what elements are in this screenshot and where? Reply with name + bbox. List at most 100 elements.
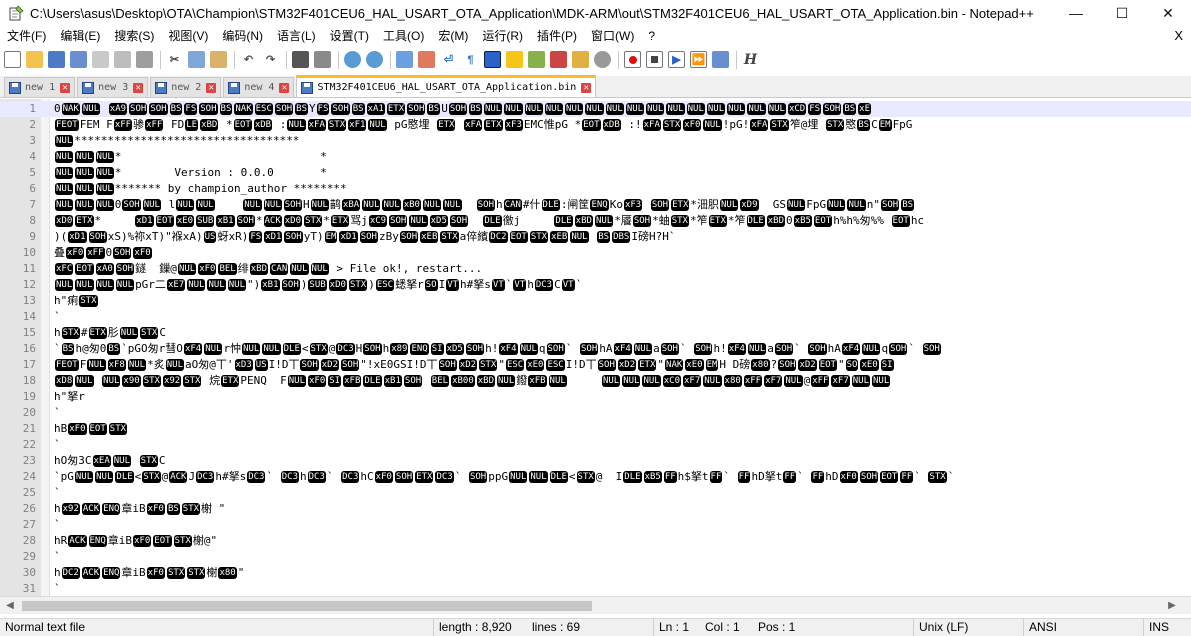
editor-line[interactable]: 22 `	[0, 437, 1191, 453]
undo-icon[interactable]: ↶	[240, 51, 257, 68]
menu-help[interactable]: ?	[641, 26, 662, 46]
editor-line[interactable]: 9)(xD1 SOH xS)%祢xT)"褓xA) US 蚜xR) FS xD1 SOH yT) E…	[0, 229, 1191, 245]
folder-workspace-icon[interactable]	[572, 51, 589, 68]
function-list-icon[interactable]	[550, 51, 567, 68]
menu-plugins[interactable]: 插件(P)	[530, 26, 584, 46]
scroll-right-icon[interactable]: ▶	[1165, 599, 1179, 613]
find-icon[interactable]	[292, 51, 309, 68]
editor-line[interactable]: 2 FEOT FEM FxFF 骖 xFF FD LE xBD * EOT xDB : NUL xF…	[0, 117, 1191, 133]
editor-line[interactable]: 27 `	[0, 517, 1191, 533]
editor-line[interactable]: 21 hB xF0 EOT STX	[0, 421, 1191, 437]
new-file-icon[interactable]	[4, 51, 21, 68]
editor-line[interactable]: 19 h"拏r	[0, 389, 1191, 405]
save-all-icon[interactable]	[70, 51, 87, 68]
sync-vertical-icon[interactable]	[396, 51, 413, 68]
paste-icon[interactable]	[210, 51, 227, 68]
menu-view[interactable]: 视图(V)	[161, 26, 215, 46]
editor-line[interactable]: 4 NUL NUL NUL * *	[0, 149, 1191, 165]
menu-edit[interactable]: 编辑(E)	[53, 26, 107, 46]
sync-horizontal-icon[interactable]	[418, 51, 435, 68]
menu-language[interactable]: 语言(L)	[270, 26, 323, 46]
editor-line[interactable]: 26 h x92 ACK ENQ 章iB xF0 BS STX 榭 "	[0, 501, 1191, 517]
indent-guide-icon[interactable]	[484, 51, 501, 68]
tab-close-icon[interactable]: ✕	[206, 82, 217, 93]
status-eol[interactable]: Unix (LF)	[913, 619, 968, 636]
editor-line[interactable]: 10 叠 xF0 xFF 0 SOH xF0	[0, 245, 1191, 261]
cut-icon[interactable]: ✂	[166, 51, 183, 68]
print-icon[interactable]	[136, 51, 153, 68]
monitor-icon[interactable]	[594, 51, 611, 68]
editor-line[interactable]: 12 NUL NUL NUL NUL pGr二 xE7 NUL NUL NUL ") xB1 SOH) S…	[0, 277, 1191, 293]
tab-new-1[interactable]: new 1 ✕	[4, 77, 76, 97]
status-encoding[interactable]: ANSI	[1023, 619, 1057, 636]
menu-window[interactable]: 窗口(W)	[584, 26, 641, 46]
editor-line[interactable]: 31 `	[0, 581, 1191, 596]
word-wrap-icon[interactable]: ⏎	[440, 51, 457, 68]
stop-record-icon[interactable]	[646, 51, 663, 68]
menu-file[interactable]: 文件(F)	[0, 26, 53, 46]
editor-line[interactable]: 15 h STX # ETX 肜 NUL STX C	[0, 325, 1191, 341]
copy-icon[interactable]	[188, 51, 205, 68]
editor-line[interactable]: 30 h DC2 ACK ENQ 章iB xF0 STX STX 榭 x80 "	[0, 565, 1191, 581]
doc-map-icon[interactable]	[528, 51, 545, 68]
editor-line[interactable]: 7 NUL NUL NUL 0 SOH NUL l NUL NUL NUL NUL SOH H NUL 鹋…	[0, 197, 1191, 213]
save-icon[interactable]	[48, 51, 65, 68]
editor-line[interactable]: 11 xFC EOT xA0 SOH 鐩 鏁@ NUL xF0 BEL 绯 xBD CAN NUL NUL…	[0, 261, 1191, 277]
run-multiple-icon[interactable]: ⏩	[690, 51, 707, 68]
editor-line[interactable]: 6 NUL NUL NUL ******* by champion_author ***…	[0, 181, 1191, 197]
editor-line[interactable]: 20 `	[0, 405, 1191, 421]
editor-line[interactable]: 1 0 NAK NUL xA9 SOH SOH BS FS SOH BS NAK ESC SOH BS Y F…	[0, 101, 1191, 117]
editor-line[interactable]: 28 hR ACK ENQ 章iB xF0 EOT STX 榭@"	[0, 533, 1191, 549]
show-all-chars-icon[interactable]: ¶	[462, 51, 479, 68]
close-all-icon[interactable]	[114, 51, 131, 68]
redo-icon[interactable]: ↷	[262, 51, 279, 68]
editor-line[interactable]: 29 `	[0, 549, 1191, 565]
minimize-button[interactable]: —	[1053, 0, 1099, 26]
tab-close-icon[interactable]: ✕	[60, 82, 71, 93]
maximize-button[interactable]: ☐	[1099, 0, 1145, 26]
menu-search[interactable]: 搜索(S)	[107, 26, 161, 46]
replace-icon[interactable]	[314, 51, 331, 68]
close-document-button[interactable]: X	[1174, 26, 1183, 46]
close-icon[interactable]	[92, 51, 109, 68]
control-char-badge: NUL	[504, 103, 523, 115]
editor-line[interactable]: 5 NUL NUL NUL * Version : 0.0.0 *	[0, 165, 1191, 181]
tab-close-icon[interactable]: ✕	[581, 82, 592, 93]
editor-line[interactable]: 3 NUL **********************************	[0, 133, 1191, 149]
save-macro-icon[interactable]	[712, 51, 729, 68]
scroll-left-icon[interactable]: ◀	[3, 599, 17, 613]
menu-settings[interactable]: 设置(T)	[323, 26, 376, 46]
tab-new-2[interactable]: new 2 ✕	[150, 77, 222, 97]
h-icon[interactable]: H	[742, 51, 759, 68]
editor-line[interactable]: 24 `pG NUL NUL DLE < STX @ ACK J DC3 h#拏s DC3 ` DC3 h D…	[0, 469, 1191, 485]
menu-encoding[interactable]: 编码(N)	[215, 26, 270, 46]
editor-line[interactable]: 13 h"痢 STX	[0, 293, 1191, 309]
zoom-out-icon[interactable]	[366, 51, 383, 68]
horizontal-scrollbar[interactable]: ◀ ▶	[0, 596, 1191, 614]
playback-icon[interactable]: ▶	[668, 51, 685, 68]
editor-line[interactable]: 23 hO匆3C xEA NUL STX C	[0, 453, 1191, 469]
tab-new-3[interactable]: new 3 ✕	[77, 77, 149, 97]
editor-line[interactable]: 25 `	[0, 485, 1191, 501]
text-editor[interactable]: 1 0 NAK NUL xA9 SOH SOH BS FS SOH BS NAK ESC SOH BS Y F…	[0, 99, 1191, 596]
zoom-in-icon[interactable]	[344, 51, 361, 68]
open-file-icon[interactable]	[26, 51, 43, 68]
record-macro-icon[interactable]	[624, 51, 641, 68]
editor-line[interactable]: 14 `	[0, 309, 1191, 325]
udl-icon[interactable]	[506, 51, 523, 68]
control-char-badge: SI	[430, 343, 444, 355]
editor-line[interactable]: 8 xD0 ETX * xD1 EOT xE0 SUB xB1 SOH * ACK xD0 STX * ET…	[0, 213, 1191, 229]
menu-macro[interactable]: 宏(M)	[431, 26, 475, 46]
menu-run[interactable]: 运行(R)	[475, 26, 530, 46]
editor-line[interactable]: 17 FEOT F NUL xF8 NUL *炙 NUL aO匆@丅' xD3 US I!D丅 SOH x…	[0, 357, 1191, 373]
menu-tools[interactable]: 工具(O)	[376, 26, 431, 46]
tab-close-icon[interactable]: ✕	[133, 82, 144, 93]
control-char-badge: BS	[166, 503, 180, 515]
tab-close-icon[interactable]: ✕	[279, 82, 290, 93]
editor-line[interactable]: 16 ` BS h@匆0 BS `pGO匆r彗O xF4 NUL r忡 NUL NUL DLE < STX…	[0, 341, 1191, 357]
editor-line[interactable]: 18 xD8 NUL NUL x90 STX x92 STX 烷 ETX PENQ F NUL xF…	[0, 373, 1191, 389]
close-window-button[interactable]: ✕	[1145, 0, 1191, 26]
scrollbar-thumb[interactable]	[22, 601, 592, 611]
tab-new-4[interactable]: new 4 ✕	[223, 77, 295, 97]
tab-application-bin[interactable]: STM32F401CEU6_HAL_USART_OTA_Application.…	[296, 75, 597, 97]
